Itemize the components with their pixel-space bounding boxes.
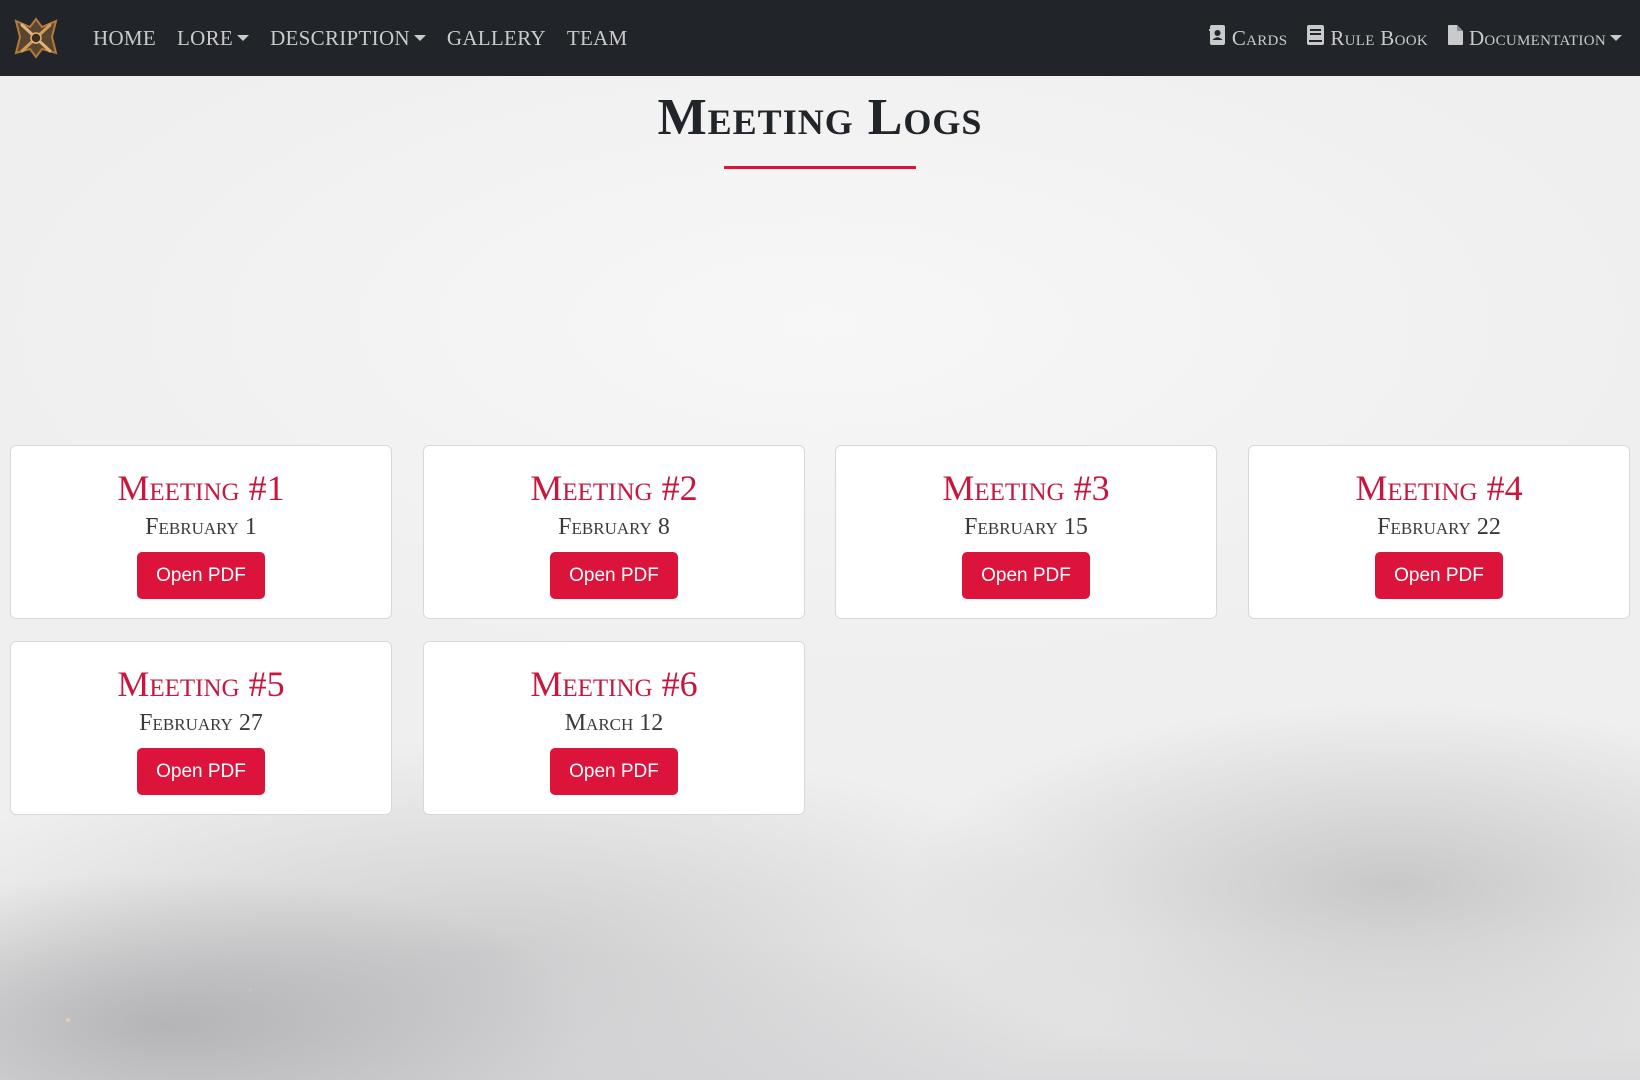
nav-cards[interactable]: Cards: [1208, 25, 1288, 51]
page-title: Meeting Logs: [657, 89, 983, 146]
meeting-title: Meeting #2: [530, 468, 698, 508]
meeting-date: February 15: [964, 514, 1088, 540]
meeting-card: Meeting #3 February 15 Open PDF: [835, 445, 1217, 619]
open-pdf-button[interactable]: Open PDF: [550, 748, 678, 795]
contact-card-icon: [1208, 25, 1226, 51]
nav-description-dropdown[interactable]: DESCRIPTION: [270, 26, 426, 51]
meeting-title: Meeting #6: [530, 664, 698, 704]
main-nav-links: HOME LORE DESCRIPTION GALLERY TEAM: [93, 0, 628, 76]
open-pdf-button[interactable]: Open PDF: [962, 552, 1090, 599]
nav-documentation-dropdown[interactable]: Documentation: [1447, 25, 1622, 51]
chevron-down-icon: [1610, 35, 1622, 41]
nav-lore-dropdown[interactable]: LORE: [177, 26, 250, 51]
meeting-date: March 12: [564, 710, 664, 736]
meeting-card: Meeting #4 February 22 Open PDF: [1248, 445, 1630, 619]
meeting-card: Meeting #5 February 27 Open PDF: [10, 641, 392, 815]
file-icon: [1447, 25, 1463, 51]
meeting-title: Meeting #1: [117, 468, 285, 508]
top-navbar: HOME LORE DESCRIPTION GALLERY TEAM Cards…: [0, 0, 1640, 76]
meeting-card: Meeting #6 March 12 Open PDF: [423, 641, 805, 815]
meeting-title: Meeting #5: [117, 664, 285, 704]
title-underline: [724, 166, 916, 169]
background-embers: [0, 940, 1640, 1080]
crossed-swords-emblem-icon[interactable]: [10, 13, 62, 61]
nav-home[interactable]: HOME: [93, 26, 156, 51]
nav-rule-book[interactable]: Rule Book: [1307, 25, 1428, 51]
secondary-nav-links: Cards Rule Book Documentation: [1208, 0, 1622, 76]
chevron-down-icon: [237, 35, 250, 41]
open-pdf-button[interactable]: Open PDF: [550, 552, 678, 599]
open-pdf-button[interactable]: Open PDF: [137, 552, 265, 599]
meeting-card: Meeting #1 February 1 Open PDF: [10, 445, 392, 619]
open-pdf-button[interactable]: Open PDF: [1375, 552, 1503, 599]
meeting-date: February 8: [558, 514, 670, 540]
meeting-card: Meeting #2 February 8 Open PDF: [423, 445, 805, 619]
meeting-title: Meeting #3: [942, 468, 1110, 508]
nav-team[interactable]: TEAM: [567, 26, 628, 51]
meeting-date: February 1: [145, 514, 257, 540]
chevron-down-icon: [413, 35, 426, 41]
nav-gallery[interactable]: GALLERY: [447, 26, 546, 51]
open-pdf-button[interactable]: Open PDF: [137, 748, 265, 795]
book-icon: [1307, 25, 1325, 51]
meeting-title: Meeting #4: [1355, 468, 1523, 508]
meeting-date: February 27: [139, 710, 263, 736]
meeting-date: February 22: [1377, 514, 1501, 540]
